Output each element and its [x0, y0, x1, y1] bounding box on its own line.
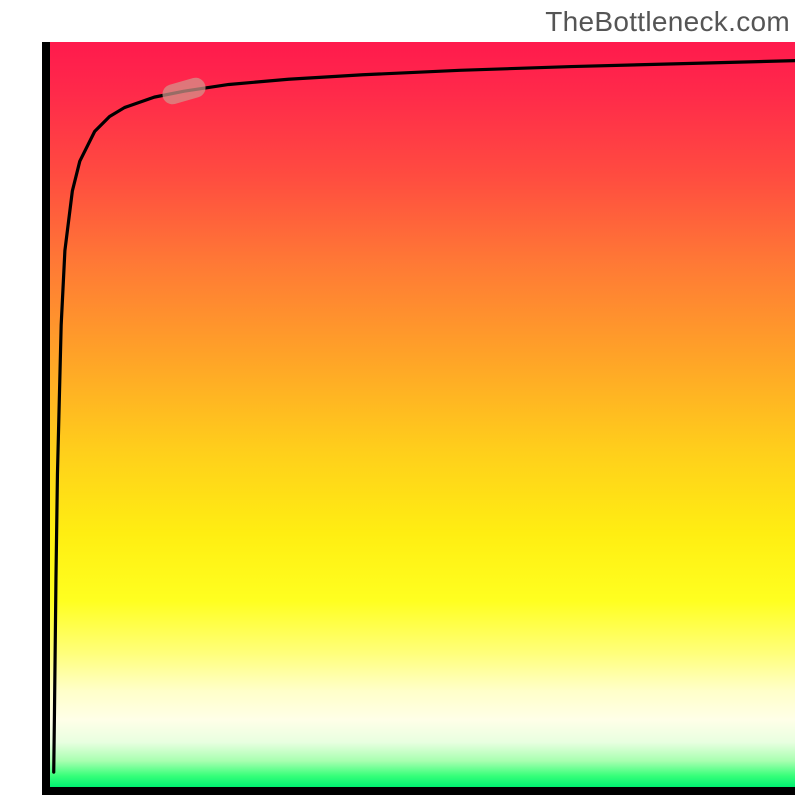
watermark-text: TheBottleneck.com	[545, 6, 790, 38]
chart-curve-svg	[50, 42, 795, 787]
chart-frame	[42, 42, 795, 795]
chart-curve-path	[54, 61, 795, 772]
chart-plot-area	[50, 42, 795, 787]
